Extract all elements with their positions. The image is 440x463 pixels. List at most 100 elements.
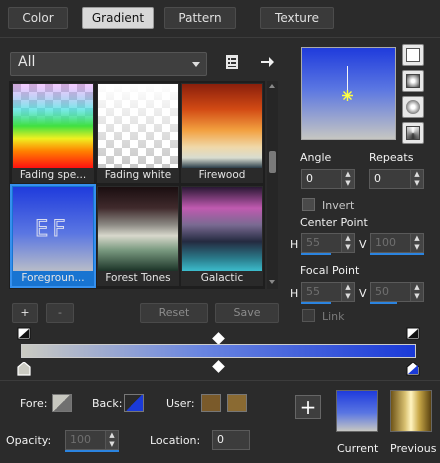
section-divider <box>0 380 440 381</box>
category-value: All <box>18 54 36 70</box>
repeats-value: 0 <box>374 172 381 185</box>
focal-h-slider-fill <box>301 302 331 304</box>
preset-label: Fading spe... <box>19 169 87 181</box>
focal-v-slider-fill <box>370 302 397 304</box>
rectangular-style-button[interactable] <box>402 70 424 92</box>
gradient-bar[interactable] <box>21 344 416 358</box>
link-checkbox[interactable] <box>302 309 315 322</box>
tab-gradient[interactable]: Gradient <box>82 7 154 29</box>
user-swatch-1[interactable] <box>201 394 221 412</box>
center-v-label: V <box>359 238 367 251</box>
add-preset-button[interactable]: + <box>12 303 38 323</box>
focal-h-input[interactable]: 55 ▲ ▼ <box>301 282 355 302</box>
end-opacity-stop-icon[interactable] <box>406 327 420 341</box>
angle-spinner-icon[interactable]: ▲ ▼ <box>341 170 354 188</box>
repeats-spinner-icon[interactable]: ▲ ▼ <box>410 170 423 188</box>
focal-h-value: 55 <box>306 285 320 298</box>
location-input[interactable]: 0 <box>212 430 250 450</box>
focal-v-input[interactable]: 50 ▲ ▼ <box>370 282 424 302</box>
back-swatch[interactable] <box>124 394 144 412</box>
preset-swatch <box>182 187 262 271</box>
scroll-down-icon[interactable] <box>269 280 275 284</box>
center-h-input[interactable]: 55 ▲ ▼ <box>301 233 355 253</box>
opacity-label: Opacity: <box>6 434 52 447</box>
sunburst-style-icon <box>406 100 420 114</box>
focal-point-label: Focal Point <box>300 264 360 277</box>
opacity-input[interactable]: 100 ▲ ▼ <box>65 430 119 450</box>
back-label: Back: <box>92 397 123 410</box>
fore-label: Fore: <box>20 397 48 410</box>
preset-swatch <box>182 84 262 168</box>
center-point-label: Center Point <box>300 216 368 229</box>
current-label: Current <box>337 442 379 455</box>
preset-tile[interactable]: Fading white <box>97 83 179 183</box>
start-opacity-stop-icon[interactable] <box>17 327 31 341</box>
preset-grid: Fading spe... Fading white Firewood EF F… <box>9 81 265 289</box>
preset-label: Forest Tones <box>105 272 171 284</box>
fore-swatch[interactable] <box>52 394 72 412</box>
repeats-input[interactable]: 0 ▲ ▼ <box>369 169 424 189</box>
preset-tile-selected[interactable]: EF Foregroun... <box>10 184 96 288</box>
preset-label: Galactic <box>200 272 244 284</box>
preset-label: Fading white <box>104 169 172 181</box>
category-select[interactable]: All <box>10 52 207 76</box>
gradient-preview[interactable] <box>301 47 396 140</box>
user-label: User: <box>166 397 195 410</box>
end-color-stop-icon[interactable] <box>406 361 420 376</box>
angle-value: 0 <box>306 172 313 185</box>
focal-v-label: V <box>359 287 367 300</box>
previous-swatch[interactable] <box>390 390 432 432</box>
opacity-midpoint-icon[interactable] <box>212 332 225 345</box>
focal-h-label: H <box>290 287 299 300</box>
preset-tile[interactable]: Galactic <box>181 186 263 286</box>
focal-v-spinner-icon[interactable]: ▲ ▼ <box>410 283 423 301</box>
document-list-icon[interactable] <box>224 54 240 70</box>
linear-style-icon <box>406 48 420 62</box>
center-h-spinner-icon[interactable]: ▲ ▼ <box>341 234 354 252</box>
reset-button[interactable]: Reset <box>140 303 208 323</box>
location-value: 0 <box>217 433 224 446</box>
opacity-spinner-icon[interactable]: ▲ ▼ <box>105 431 118 449</box>
center-v-spinner-icon[interactable]: ▲ ▼ <box>410 234 423 252</box>
linear-style-button[interactable] <box>402 44 424 66</box>
preset-tile[interactable]: Fading spe... <box>12 83 94 183</box>
color-midpoint-icon[interactable] <box>212 360 225 373</box>
center-handle-icon[interactable] <box>342 90 353 101</box>
rectangular-style-icon <box>406 74 420 88</box>
user-swatch-2[interactable] <box>227 394 247 412</box>
radial-style-button[interactable] <box>402 122 424 144</box>
angle-input[interactable]: 0 ▲ ▼ <box>301 169 355 189</box>
preset-swatch <box>98 187 178 271</box>
center-h-label: H <box>290 238 299 251</box>
center-v-slider-fill <box>370 253 424 255</box>
preset-tile[interactable]: Forest Tones <box>97 186 179 286</box>
arrow-right-icon[interactable] <box>259 54 275 70</box>
current-swatch[interactable] <box>336 390 378 432</box>
preset-swatch <box>13 84 93 168</box>
tab-color[interactable]: Color <box>8 7 68 29</box>
start-color-stop-icon[interactable] <box>17 361 31 376</box>
save-button[interactable]: Save <box>215 303 279 323</box>
invert-checkbox[interactable] <box>302 198 315 211</box>
opacity-value: 100 <box>70 433 91 446</box>
add-gradient-button[interactable]: + <box>295 395 321 419</box>
sunburst-style-button[interactable] <box>402 96 424 118</box>
tab-divider <box>0 37 440 38</box>
center-v-value: 100 <box>375 236 396 249</box>
location-label: Location: <box>150 434 201 447</box>
invert-label: Invert <box>322 199 355 212</box>
link-label: Link <box>322 310 345 323</box>
tab-pattern[interactable]: Pattern <box>164 7 236 29</box>
scroll-up-icon[interactable] <box>269 84 275 88</box>
focal-h-spinner-icon[interactable]: ▲ ▼ <box>341 283 354 301</box>
preset-scrollbar[interactable] <box>267 81 278 289</box>
focal-v-value: 50 <box>375 285 389 298</box>
preset-swatch: EF <box>13 187 93 271</box>
preset-tile[interactable]: Firewood <box>181 83 263 183</box>
tab-texture[interactable]: Texture <box>260 7 334 29</box>
center-v-input[interactable]: 100 ▲ ▼ <box>370 233 424 253</box>
preset-overlay-text: EF <box>35 217 70 243</box>
remove-preset-button[interactable]: - <box>46 303 74 323</box>
scroll-thumb[interactable] <box>269 151 276 173</box>
radial-style-icon <box>406 126 420 140</box>
